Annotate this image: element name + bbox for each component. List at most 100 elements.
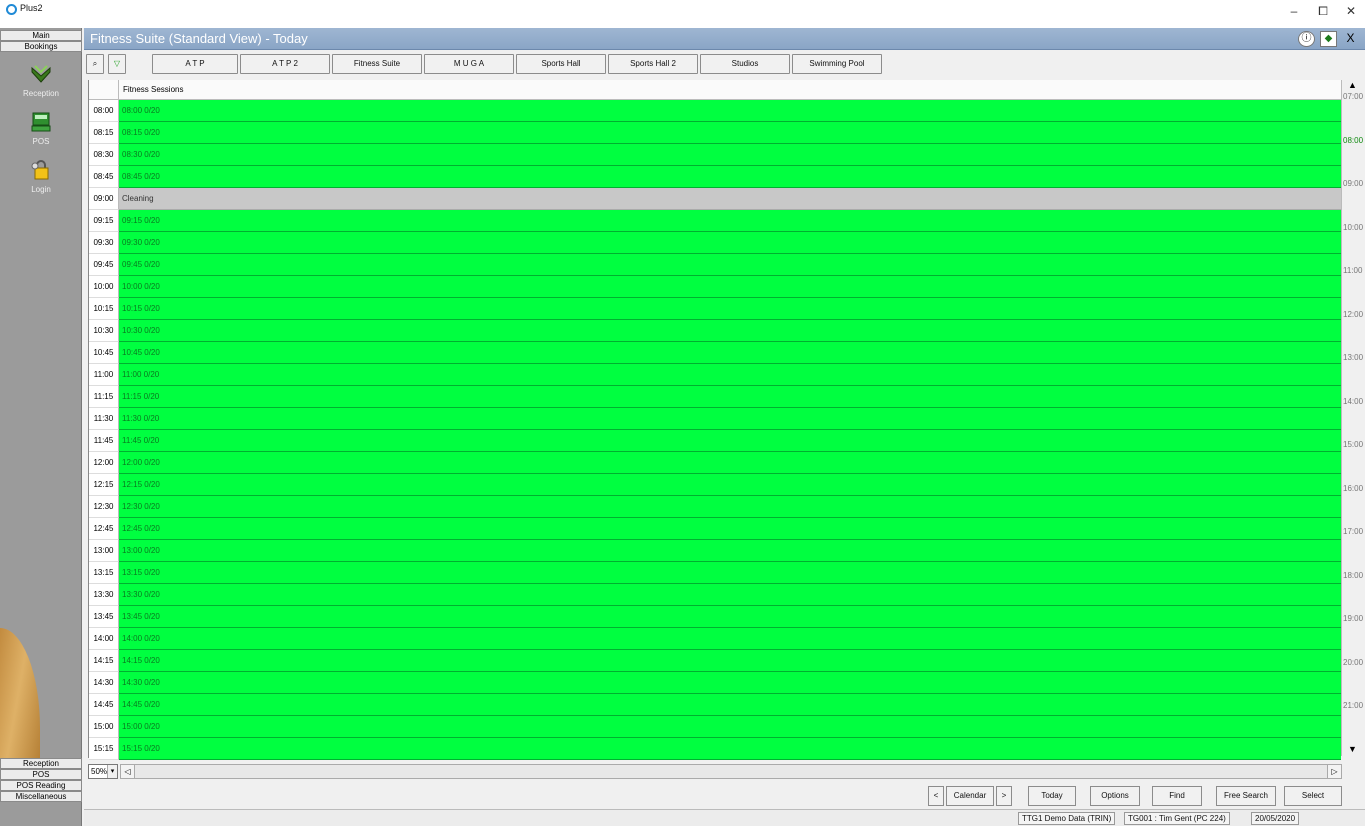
table-row[interactable]: 10:30 10:30 0/20 xyxy=(89,320,1341,342)
timeline-scroll-down-icon[interactable]: ▼ xyxy=(1348,744,1357,754)
find-button[interactable]: Find xyxy=(1152,786,1202,806)
session-slot[interactable]: 15:15 0/20 xyxy=(119,738,1341,760)
day-timeline[interactable]: ▲ ▼ 07:00 08:00 09:00 10:00 11:00 12:00 13:00 1… xyxy=(1341,80,1365,756)
session-slot[interactable]: 14:00 0/20 xyxy=(119,628,1341,650)
session-slot[interactable]: 10:15 0/20 xyxy=(119,298,1341,320)
previous-day-button[interactable]: < xyxy=(928,786,944,806)
nav-item-reception[interactable]: Reception xyxy=(0,62,82,98)
session-slot[interactable]: 12:45 0/20 xyxy=(119,518,1341,540)
session-slot[interactable]: 09:30 0/20 xyxy=(119,232,1341,254)
table-row[interactable]: 11:00 11:00 0/20 xyxy=(89,364,1341,386)
session-slot[interactable]: 13:30 0/20 xyxy=(119,584,1341,606)
session-slot[interactable]: 11:45 0/20 xyxy=(119,430,1341,452)
horizontal-scrollbar[interactable]: ◁ ▷ xyxy=(120,764,1342,779)
nav-tab-bookings[interactable]: Bookings xyxy=(0,41,82,52)
table-row[interactable]: 15:15 15:15 0/20 xyxy=(89,738,1341,760)
select-button[interactable]: Select xyxy=(1284,786,1342,806)
table-row[interactable]: 11:45 11:45 0/20 xyxy=(89,430,1341,452)
scroll-right-icon[interactable]: ▷ xyxy=(1327,765,1341,778)
session-slot[interactable]: 14:30 0/20 xyxy=(119,672,1341,694)
table-row[interactable]: 09:00 Cleaning xyxy=(89,188,1341,210)
table-row[interactable]: 13:30 13:30 0/20 xyxy=(89,584,1341,606)
table-row[interactable]: 10:15 10:15 0/20 xyxy=(89,298,1341,320)
nav-item-login[interactable]: Login xyxy=(0,158,82,194)
timeline-scroll-up-icon[interactable]: ▲ xyxy=(1348,80,1357,90)
session-slot[interactable]: 08:00 0/20 xyxy=(119,100,1341,122)
free-search-button[interactable]: Free Search xyxy=(1216,786,1276,806)
table-row[interactable]: 09:15 09:15 0/20 xyxy=(89,210,1341,232)
session-slot[interactable]: 13:45 0/20 xyxy=(119,606,1341,628)
session-slot[interactable]: 11:15 0/20 xyxy=(119,386,1341,408)
today-button[interactable]: Today xyxy=(1028,786,1076,806)
session-slot[interactable]: 10:30 0/20 xyxy=(119,320,1341,342)
filter-icon[interactable]: ▽ xyxy=(108,54,126,74)
restore-button[interactable]: ⧠ xyxy=(1312,2,1334,20)
tab-atp2[interactable]: A T P 2 xyxy=(240,54,330,74)
session-slot[interactable]: 11:30 0/20 xyxy=(119,408,1341,430)
minimize-button[interactable]: – xyxy=(1283,2,1305,20)
close-window-button[interactable]: ✕ xyxy=(1340,2,1362,20)
nav-tab-main[interactable]: Main xyxy=(0,30,82,41)
table-row[interactable]: 14:45 14:45 0/20 xyxy=(89,694,1341,716)
zoom-select[interactable]: 50% ▾ xyxy=(88,764,118,779)
table-row[interactable]: 12:30 12:30 0/20 xyxy=(89,496,1341,518)
table-row[interactable]: 12:45 12:45 0/20 xyxy=(89,518,1341,540)
table-row[interactable]: 14:30 14:30 0/20 xyxy=(89,672,1341,694)
table-row[interactable]: 08:00 08:00 0/20 xyxy=(89,100,1341,122)
session-slot[interactable]: 10:45 0/20 xyxy=(119,342,1341,364)
chevron-down-icon[interactable]: ▾ xyxy=(107,765,117,778)
binoculars-search-icon[interactable]: ⌕ xyxy=(86,54,104,74)
options-button[interactable]: Options xyxy=(1090,786,1140,806)
session-slot[interactable]: 12:15 0/20 xyxy=(119,474,1341,496)
tab-atp[interactable]: A T P xyxy=(152,54,238,74)
nav-tab-pos[interactable]: POS xyxy=(0,769,82,780)
table-row[interactable]: 08:45 08:45 0/20 xyxy=(89,166,1341,188)
table-row[interactable]: 11:30 11:30 0/20 xyxy=(89,408,1341,430)
next-day-button[interactable]: > xyxy=(996,786,1012,806)
tab-swimming-pool[interactable]: Swimming Pool xyxy=(792,54,882,74)
session-slot[interactable]: 13:00 0/20 xyxy=(119,540,1341,562)
session-slot[interactable]: 12:30 0/20 xyxy=(119,496,1341,518)
table-row[interactable]: 09:30 09:30 0/20 xyxy=(89,232,1341,254)
tab-sports-hall[interactable]: Sports Hall xyxy=(516,54,606,74)
close-view-button[interactable]: X xyxy=(1342,31,1359,47)
tab-studios[interactable]: Studios xyxy=(700,54,790,74)
session-slot[interactable]: 10:00 0/20 xyxy=(119,276,1341,298)
tab-sports-hall-2[interactable]: Sports Hall 2 xyxy=(608,54,698,74)
nav-item-pos[interactable]: POS xyxy=(0,110,82,146)
tab-fitness-suite[interactable]: Fitness Suite xyxy=(332,54,422,74)
cleaning-slot[interactable]: Cleaning xyxy=(119,188,1341,210)
table-row[interactable]: 15:00 15:00 0/20 xyxy=(89,716,1341,738)
session-slot[interactable]: 08:45 0/20 xyxy=(119,166,1341,188)
table-row[interactable]: 14:15 14:15 0/20 xyxy=(89,650,1341,672)
session-slot[interactable]: 09:15 0/20 xyxy=(119,210,1341,232)
table-row[interactable]: 08:30 08:30 0/20 xyxy=(89,144,1341,166)
tab-muga[interactable]: M U G A xyxy=(424,54,514,74)
table-row[interactable]: 13:15 13:15 0/20 xyxy=(89,562,1341,584)
calendar-button[interactable]: Calendar xyxy=(946,786,994,806)
session-slot[interactable]: 15:00 0/20 xyxy=(119,716,1341,738)
nav-tab-reception[interactable]: Reception xyxy=(0,758,82,769)
table-row[interactable]: 08:15 08:15 0/20 xyxy=(89,122,1341,144)
session-slot[interactable]: 09:45 0/20 xyxy=(119,254,1341,276)
session-slot[interactable]: 14:15 0/20 xyxy=(119,650,1341,672)
table-row[interactable]: 14:00 14:00 0/20 xyxy=(89,628,1341,650)
nav-tab-pos-reading[interactable]: POS Reading xyxy=(0,780,82,791)
table-row[interactable]: 10:45 10:45 0/20 xyxy=(89,342,1341,364)
session-slot[interactable]: 12:00 0/20 xyxy=(119,452,1341,474)
scroll-left-icon[interactable]: ◁ xyxy=(121,765,135,778)
table-row[interactable]: 13:00 13:00 0/20 xyxy=(89,540,1341,562)
session-slot[interactable]: 11:00 0/20 xyxy=(119,364,1341,386)
info-icon[interactable]: ⓘ xyxy=(1298,31,1315,47)
table-row[interactable]: 13:45 13:45 0/20 xyxy=(89,606,1341,628)
nav-tab-miscellaneous[interactable]: Miscellaneous xyxy=(0,791,82,802)
session-slot[interactable]: 08:15 0/20 xyxy=(119,122,1341,144)
navigate-icon[interactable]: ◆ xyxy=(1320,31,1337,47)
session-slot[interactable]: 14:45 0/20 xyxy=(119,694,1341,716)
table-row[interactable]: 09:45 09:45 0/20 xyxy=(89,254,1341,276)
session-slot[interactable]: 13:15 0/20 xyxy=(119,562,1341,584)
table-row[interactable]: 12:15 12:15 0/20 xyxy=(89,474,1341,496)
table-row[interactable]: 11:15 11:15 0/20 xyxy=(89,386,1341,408)
table-row[interactable]: 10:00 10:00 0/20 xyxy=(89,276,1341,298)
table-row[interactable]: 12:00 12:00 0/20 xyxy=(89,452,1341,474)
